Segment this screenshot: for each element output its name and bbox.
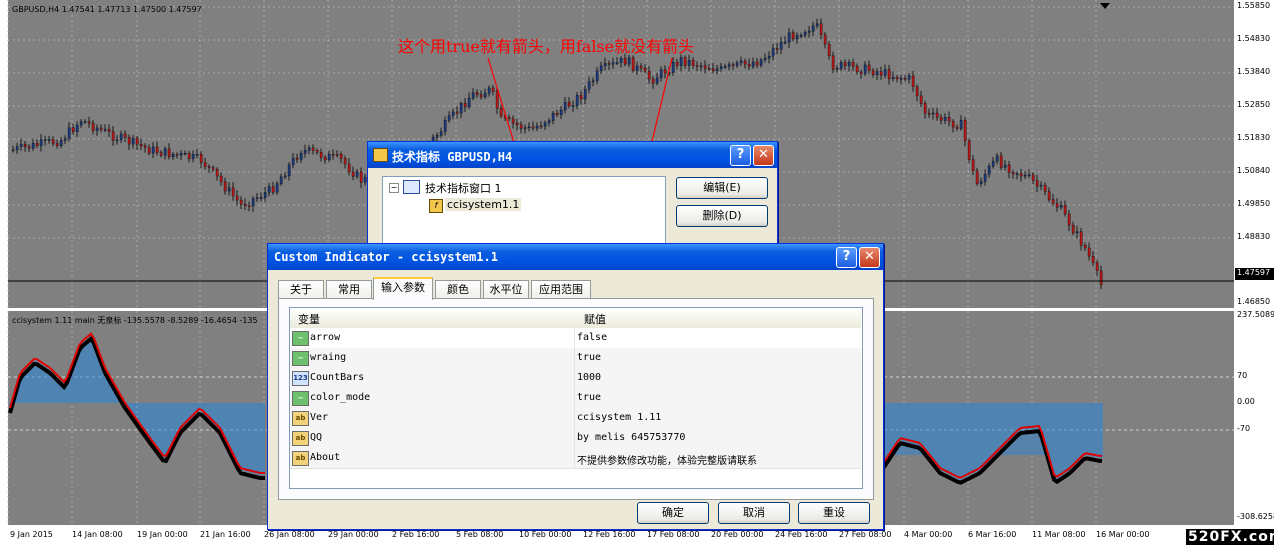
- parameter-row[interactable]: ab QQ by melis 645753770: [290, 428, 861, 449]
- parameter-name: Ver: [310, 412, 329, 423]
- column-header-variable[interactable]: 变量: [290, 308, 577, 330]
- price-label: 1.55850: [1237, 1, 1271, 10]
- oscillator-level-label: 237.5089: [1237, 310, 1274, 319]
- string-type-icon: ab: [292, 431, 309, 446]
- tab-visualization[interactable]: 应用范围: [531, 280, 591, 299]
- chart-symbol-header: GBPUSD,H4 1.47541 1.47713 1.47500 1.4759…: [12, 5, 202, 14]
- time-label: 17 Feb 08:00: [647, 530, 700, 539]
- parameter-name: QQ: [310, 432, 323, 443]
- time-label: 16 Mar 00:00: [1096, 530, 1150, 539]
- custom-dialog-titlebar[interactable]: Custom Indicator - ccisystem1.1 ? ✕: [268, 244, 883, 270]
- time-label: 6 Mar 16:00: [968, 530, 1017, 539]
- close-icon[interactable]: ✕: [753, 145, 774, 166]
- current-price-label: 1.47597: [1237, 268, 1271, 277]
- parameter-row[interactable]: 123 CountBars 1000: [290, 368, 861, 389]
- oscillator-level-label: -308.6258: [1237, 512, 1274, 521]
- custom-indicator-icon: f: [429, 199, 443, 213]
- price-label: 1.49850: [1237, 199, 1271, 208]
- reset-button[interactable]: 重设: [798, 502, 870, 524]
- price-label: 1.51830: [1237, 133, 1271, 142]
- tree-collapse-icon[interactable]: −: [389, 183, 399, 193]
- time-label: 9 Jan 2015: [10, 530, 53, 539]
- parameter-name: About: [310, 452, 341, 463]
- tab-about[interactable]: 关于: [278, 280, 324, 299]
- chart-window-icon: [403, 180, 420, 194]
- parameter-value[interactable]: true: [577, 392, 601, 403]
- time-label: 24 Feb 16:00: [775, 530, 828, 539]
- tree-child-label[interactable]: ccisystem1.1: [445, 198, 522, 211]
- parameter-row[interactable]: ab About 不提供参数修改功能，体验完整版请联系: [290, 448, 861, 469]
- price-label: 1.48830: [1237, 232, 1271, 241]
- time-label: 20 Feb 00:00: [711, 530, 764, 539]
- watermark-logo: 520FX.com: [1186, 529, 1274, 545]
- tech-dialog-titlebar[interactable]: 技术指标 GBPUSD,H4 ? ✕: [368, 142, 777, 168]
- custom-dialog-title: Custom Indicator - ccisystem1.1: [274, 250, 498, 264]
- help-icon[interactable]: ?: [836, 247, 857, 268]
- close-icon[interactable]: ✕: [859, 247, 880, 268]
- price-label: 1.52850: [1237, 100, 1271, 109]
- tab-common[interactable]: 常用: [326, 280, 372, 299]
- help-icon[interactable]: ?: [730, 145, 751, 166]
- time-label: 21 Jan 16:00: [200, 530, 251, 539]
- parameter-value[interactable]: ccisystem 1.11: [577, 412, 661, 423]
- parameter-grid[interactable]: 变量 赋值 ~ arrow false ~ wraing true 123 CountBars…: [289, 307, 863, 489]
- tech-indicators-dialog: 技术指标 GBPUSD,H4 ? ✕ − 技术指标窗口 1 f ccisyste…: [367, 141, 778, 253]
- parameter-value[interactable]: false: [577, 332, 607, 343]
- delete-button[interactable]: 删除(D): [676, 205, 768, 227]
- parameter-name: wraing: [310, 352, 347, 363]
- parameter-value[interactable]: by melis 645753770: [577, 432, 685, 443]
- oscillator-level-label: -70: [1237, 424, 1251, 433]
- annotation-text: 这个用true就有箭头，用false就没有箭头: [398, 37, 695, 56]
- time-label: 4 Mar 00:00: [904, 530, 953, 539]
- bool-type-icon: ~: [292, 351, 309, 366]
- indicator-tree[interactable]: − 技术指标窗口 1 f ccisystem1.1: [382, 176, 666, 252]
- time-label: 26 Jan 08:00: [264, 530, 315, 539]
- bool-type-icon: ~: [292, 391, 309, 406]
- custom-indicator-dialog: Custom Indicator - ccisystem1.1 ? ✕ 关于 常…: [267, 243, 884, 530]
- bool-type-icon: ~: [292, 331, 309, 346]
- time-label: 12 Feb 16:00: [583, 530, 636, 539]
- tab-colors[interactable]: 颜色: [435, 280, 481, 299]
- cancel-button[interactable]: 取消: [718, 502, 790, 524]
- tech-dialog-title: 技术指标 GBPUSD,H4: [392, 150, 513, 164]
- time-label: 29 Jan 00:00: [328, 530, 379, 539]
- price-label: 1.46850: [1237, 297, 1271, 306]
- price-label: 1.50840: [1237, 166, 1271, 175]
- parameter-row[interactable]: ~ wraing true: [290, 348, 861, 369]
- parameter-name: color_mode: [310, 392, 371, 403]
- int-type-icon: 123: [292, 371, 309, 386]
- time-label: 19 Jan 00:00: [137, 530, 188, 539]
- indicator-header: ccisystem 1.11 main 无泉标 -135.5578 -8.528…: [12, 316, 258, 325]
- tab-levels[interactable]: 水平位: [483, 280, 529, 299]
- parameter-row[interactable]: ab Ver ccisystem 1.11: [290, 408, 861, 429]
- inputs-panel: 变量 赋值 ~ arrow false ~ wraing true 123 CountBars…: [278, 298, 874, 500]
- edit-button[interactable]: 编辑(E): [676, 177, 768, 199]
- tab-inputs[interactable]: 输入参数: [373, 277, 433, 300]
- time-label: 2 Feb 16:00: [392, 530, 440, 539]
- tree-root-label[interactable]: 技术指标窗口 1: [425, 180, 502, 196]
- time-label: 10 Feb 00:00: [519, 530, 572, 539]
- time-label: 27 Feb 08:00: [839, 530, 892, 539]
- price-label: 1.53840: [1237, 67, 1271, 76]
- oscillator-level-label: 0.00: [1237, 397, 1255, 406]
- tab-bar: 关于 常用 输入参数 颜色 水平位 应用范围: [278, 277, 868, 300]
- parameter-value[interactable]: 1000: [577, 372, 601, 383]
- string-type-icon: ab: [292, 451, 309, 466]
- parameter-name: arrow: [310, 332, 341, 343]
- parameter-name: CountBars: [310, 372, 365, 383]
- ok-button[interactable]: 确定: [637, 502, 709, 524]
- string-type-icon: ab: [292, 411, 309, 426]
- time-label: 5 Feb 08:00: [456, 530, 504, 539]
- price-label: 1.54830: [1237, 34, 1271, 43]
- parameter-value[interactable]: true: [577, 352, 601, 363]
- time-label: 14 Jan 08:00: [72, 530, 123, 539]
- time-label: 11 Mar 08:00: [1032, 530, 1086, 539]
- parameter-value[interactable]: 不提供参数修改功能，体验完整版请联系: [577, 452, 757, 467]
- indicator-window-icon: [373, 148, 388, 162]
- parameter-row[interactable]: ~ arrow false: [290, 328, 861, 349]
- column-header-value[interactable]: 赋值: [576, 308, 861, 330]
- parameter-row[interactable]: ~ color_mode true: [290, 388, 861, 409]
- oscillator-level-label: 70: [1237, 371, 1248, 380]
